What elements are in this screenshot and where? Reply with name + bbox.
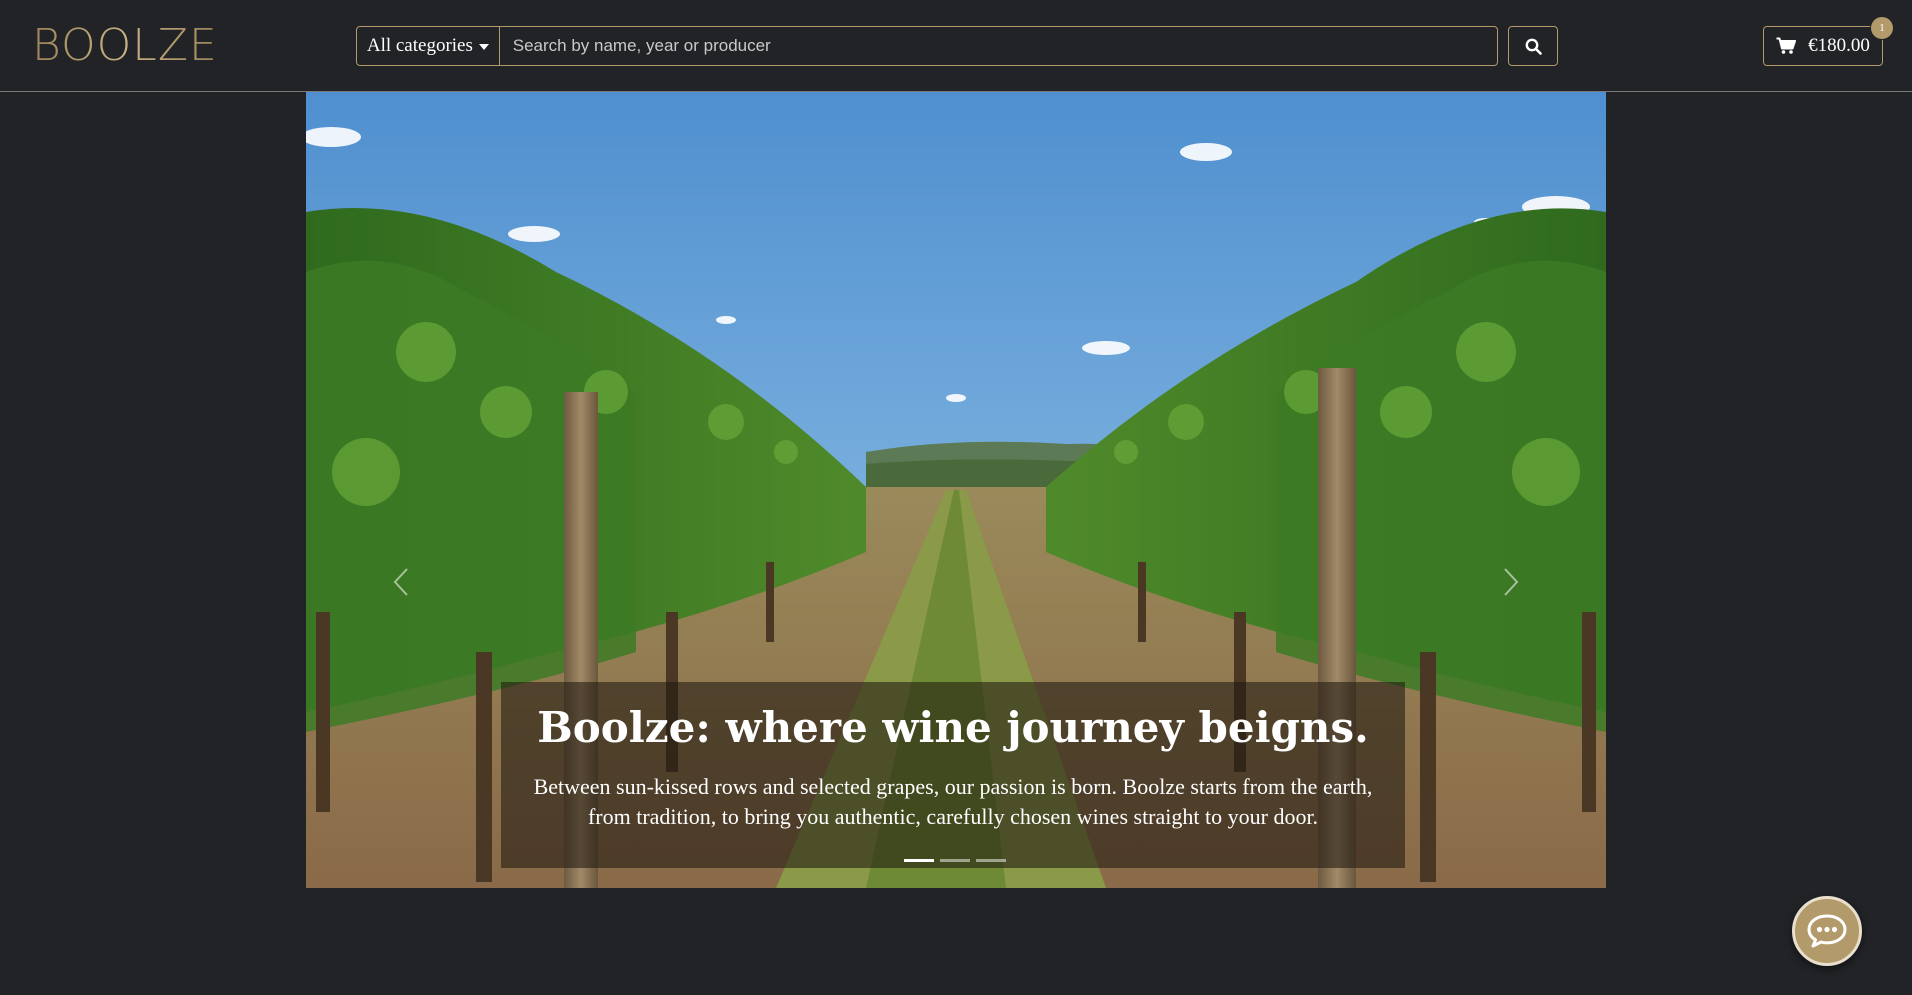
- carousel-indicator-3[interactable]: [976, 859, 1006, 862]
- category-dropdown[interactable]: All categories: [356, 26, 500, 66]
- chat-bubble-icon: [1807, 914, 1847, 948]
- carousel-indicators: [904, 859, 1006, 862]
- carousel-next-button[interactable]: [1491, 562, 1531, 602]
- cart-button[interactable]: €180.00: [1763, 26, 1883, 66]
- search-button[interactable]: [1508, 26, 1558, 66]
- chevron-left-icon: [393, 568, 408, 596]
- category-dropdown-label: All categories: [366, 35, 473, 56]
- carousel-prev-button[interactable]: [381, 562, 421, 602]
- search-icon: [1525, 38, 1542, 55]
- cart-count-badge: 1: [1870, 16, 1894, 40]
- navbar: BOOLZE All categories €180.00 1: [0, 0, 1912, 92]
- hero-title: Boolze: where wine journey beigns.: [537, 703, 1369, 752]
- chevron-right-icon: [1504, 568, 1519, 596]
- carousel-indicator-1[interactable]: [904, 859, 934, 862]
- cart-icon: [1776, 37, 1797, 54]
- chat-button[interactable]: [1792, 896, 1862, 966]
- search-input[interactable]: [499, 26, 1498, 66]
- caret-down-icon: [478, 44, 489, 50]
- cart-total: €180.00: [1808, 35, 1870, 56]
- search-group: All categories: [356, 26, 1498, 66]
- hero-text: Between sun-kissed rows and selected gra…: [533, 774, 1373, 829]
- brand-logo[interactable]: BOOLZE: [32, 22, 218, 70]
- carousel-indicator-2[interactable]: [940, 859, 970, 862]
